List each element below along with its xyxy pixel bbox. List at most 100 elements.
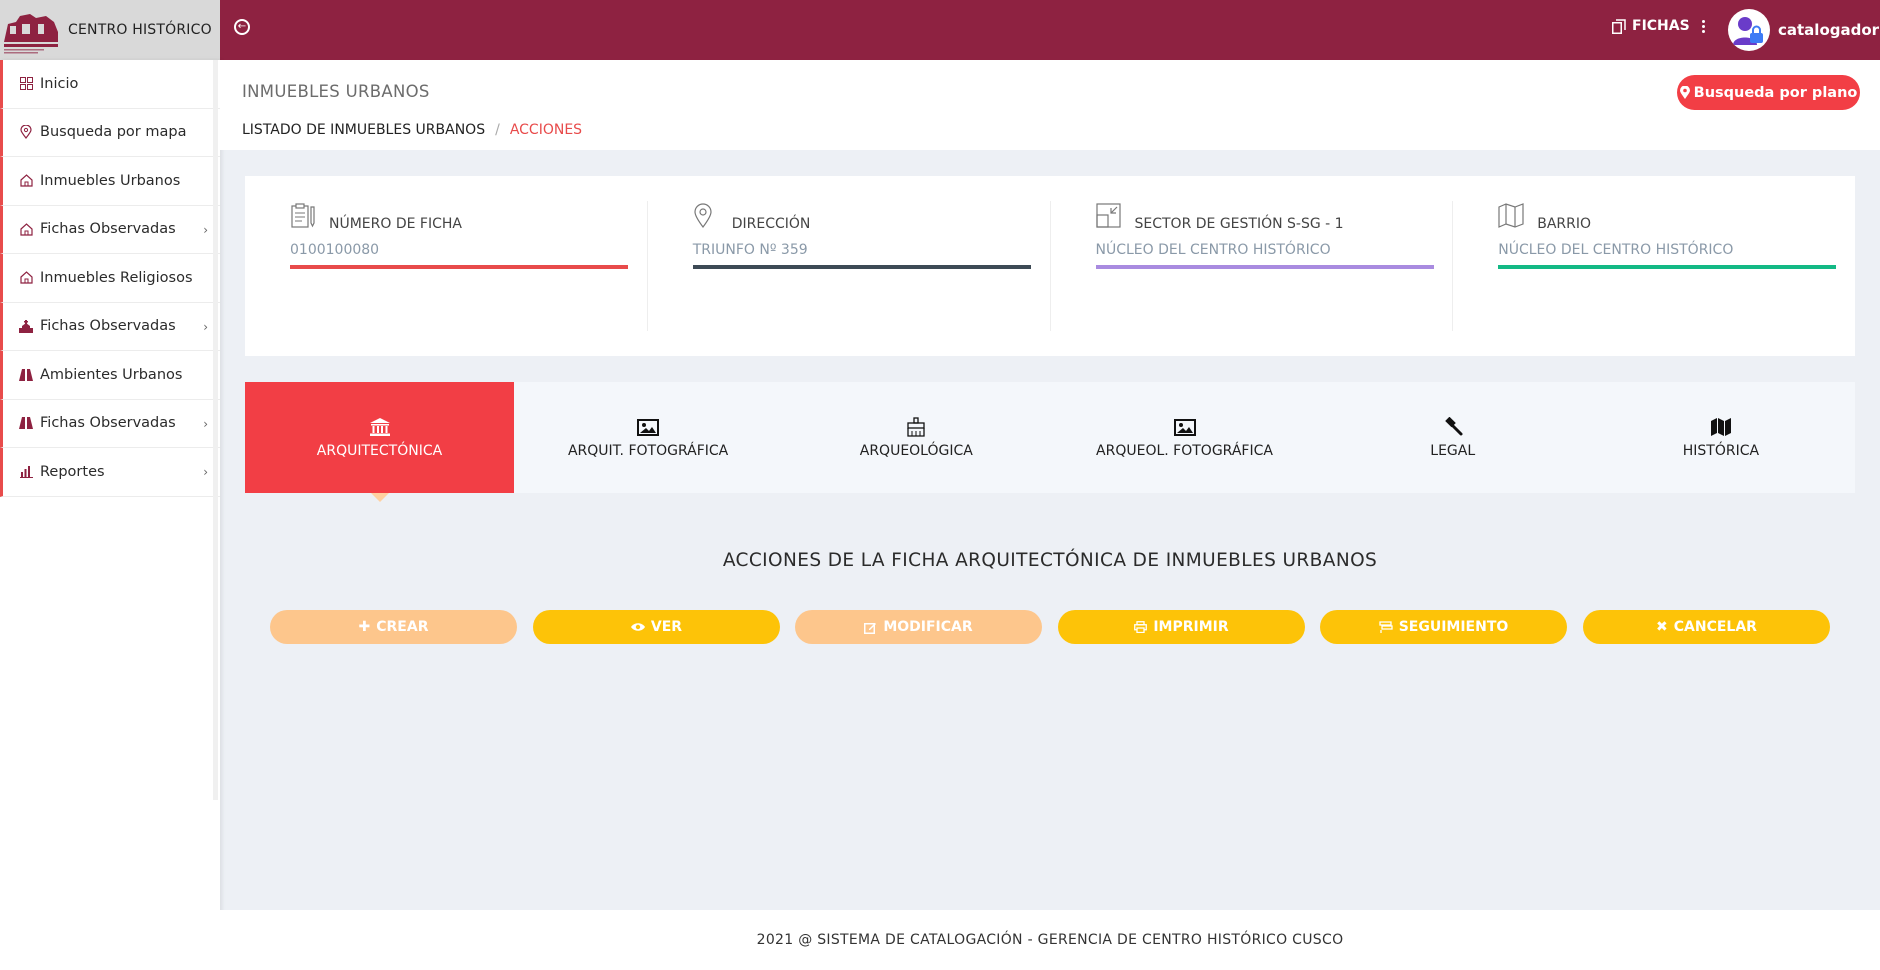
ver-button[interactable]: VER (533, 610, 780, 644)
map-marker-icon (1679, 86, 1690, 99)
tab-label: LEGAL (1430, 442, 1476, 459)
ver-label: VER (650, 619, 683, 635)
sidebar-item-fichas-observadas-ambientes[interactable]: Fichas Observadas › (0, 399, 220, 448)
top-navbar: CENTRO HISTÓRICO ← FICHAS catalogador (0, 0, 1880, 60)
image-icon (1173, 418, 1196, 436)
info-label: SECTOR DE GESTIÓN S-SG - 1 (1134, 216, 1344, 232)
road-icon (19, 368, 33, 382)
info-value: TRIUNFO Nº 359 (692, 242, 808, 258)
chevron-right-icon: › (203, 319, 208, 334)
sidebar-item-label: Reportes (40, 463, 105, 480)
home-icon (19, 174, 33, 188)
actions-title: ACCIONES DE LA FICHA ARQUITECTÓNICA DE I… (722, 550, 1378, 571)
ficha-tabs: ARQUITECTÓNICA ARQUIT. FOTOGRÁFICA ARQUE… (245, 382, 1855, 502)
breadcrumb-separator: / (495, 122, 500, 138)
tab-arqueologica[interactable]: ARQUEOLÓGICA (782, 382, 1050, 493)
sidebar-item-busqueda-mapa[interactable]: Busqueda por mapa (0, 108, 220, 157)
imprimir-button[interactable]: IMPRIMIR (1058, 610, 1305, 644)
breadcrumb-acciones: ACCIONES (509, 122, 583, 138)
image-icon (637, 418, 660, 436)
sidebar-item-inmuebles-urbanos[interactable]: Inmuebles Urbanos (0, 157, 220, 206)
map-pin-icon (19, 125, 33, 140)
crear-button[interactable]: ✚ CREAR (270, 610, 517, 644)
kebab-menu-icon[interactable] (1701, 19, 1705, 33)
folded-map-icon (1710, 417, 1731, 436)
breadcrumb-listado[interactable]: LISTADO DE INMUEBLES URBANOS (242, 122, 485, 138)
busqueda-por-plano-button[interactable]: Busqueda por plano (1677, 75, 1860, 110)
avatar (1728, 9, 1770, 51)
sidebar-item-fichas-observadas-urbanos[interactable]: Fichas Observadas › (0, 205, 220, 254)
sidebar-item-label: Inmuebles Urbanos (40, 172, 181, 189)
page-header: INMUEBLES URBANOS LISTADO DE INMUEBLES U… (220, 60, 1880, 150)
home-icon (19, 222, 33, 236)
user-name: catalogador (1778, 21, 1880, 39)
seguimiento-label: SEGUIMIENTO (1398, 619, 1509, 635)
sidebar-item-label: Fichas Observadas (40, 221, 176, 238)
info-direccion: DIRECCIÓN TRIUNFO Nº 359 (648, 201, 1051, 331)
info-underline (1498, 265, 1837, 269)
sidebar-item-reportes[interactable]: Reportes › (0, 448, 220, 497)
tab-arqueol-fotografica[interactable]: ARQUEOL. FOTOGRÁFICA (1050, 382, 1318, 493)
edit-icon (864, 622, 877, 634)
tab-label: HISTÓRICA (1682, 442, 1760, 459)
sidebar-item-label: Inmuebles Religiosos (40, 269, 193, 286)
cancelar-label: CANCELAR (1673, 619, 1757, 635)
chevron-right-icon: › (203, 416, 208, 431)
brand[interactable]: CENTRO HISTÓRICO (0, 0, 220, 60)
breadcrumb: LISTADO DE INMUEBLES URBANOS / ACCIONES (242, 122, 582, 138)
tab-legal[interactable]: LEGAL (1319, 382, 1587, 493)
info-underline (1095, 265, 1434, 269)
crear-label: CREAR (376, 619, 429, 635)
modificar-label: MODIFICAR (883, 619, 973, 635)
info-value: NÚCLEO DEL CENTRO HISTÓRICO (1095, 242, 1331, 258)
tab-historica[interactable]: HISTÓRICA (1587, 382, 1855, 493)
tracking-icon (1379, 621, 1393, 633)
seguimiento-button[interactable]: SEGUIMIENTO (1320, 610, 1567, 644)
page-title: INMUEBLES URBANOS (242, 82, 430, 101)
road-icon (19, 416, 33, 430)
grid-icon (19, 77, 33, 91)
modificar-button[interactable]: MODIFICAR (795, 610, 1042, 644)
fichas-label: FICHAS (1632, 18, 1690, 34)
tab-arquitectonica[interactable]: ARQUITECTÓNICA (245, 382, 514, 502)
info-sector-gestion: SECTOR DE GESTIÓN S-SG - 1 NÚCLEO DEL CE… (1051, 201, 1454, 331)
sidebar-item-fichas-observadas-religiosos[interactable]: Fichas Observadas › (0, 302, 220, 351)
sidebar-item-inicio[interactable]: Inicio (0, 60, 220, 109)
chevron-right-icon: › (203, 222, 208, 237)
sidebar-item-ambientes-urbanos[interactable]: Ambientes Urbanos (0, 351, 220, 400)
tab-label: ARQUITECTÓNICA (316, 442, 443, 459)
chevron-right-icon: › (203, 465, 208, 479)
building-columns-icon (369, 417, 390, 436)
tab-label: ARQUEOLÓGICA (859, 442, 973, 459)
map-icon (1498, 203, 1524, 228)
info-underline (692, 265, 1031, 269)
info-numero-ficha: NÚMERO DE FICHA 0100100080 (245, 201, 648, 331)
sidebar-scrollbar[interactable] (213, 60, 218, 800)
brand-name: CENTRO HISTÓRICO (68, 22, 212, 38)
cancelar-button[interactable]: ✖ CANCELAR (1583, 610, 1830, 644)
info-underline (290, 265, 628, 269)
tab-arquit-fotografica[interactable]: ARQUIT. FOTOGRÁFICA (514, 382, 782, 493)
sidebar-item-inmuebles-religiosos[interactable]: Inmuebles Religiosos (0, 254, 220, 303)
sidebar-item-label: Fichas Observadas (40, 415, 176, 432)
shrink-icon (1095, 203, 1121, 228)
footer-text: 2021 @ SISTEMA DE CATALOGACIÓN - GERENCI… (756, 932, 1344, 948)
centro-historico-logo (2, 2, 60, 58)
info-value: NÚCLEO DEL CENTRO HISTÓRICO (1498, 242, 1734, 258)
print-icon (1134, 621, 1148, 633)
busqueda-por-plano-label: Busqueda por plano (1693, 84, 1858, 101)
plus-icon: ✚ (358, 619, 371, 635)
home-icon (19, 271, 33, 285)
eye-icon (630, 623, 645, 631)
bar-chart-icon (19, 465, 33, 479)
user-menu[interactable]: catalogador (1728, 9, 1879, 51)
info-value: 0100100080 (290, 242, 380, 258)
info-label: DIRECCIÓN (731, 216, 811, 232)
clipboard-icon (291, 203, 315, 228)
info-label: NÚMERO DE FICHA (329, 216, 462, 232)
ficha-info-card: NÚMERO DE FICHA 0100100080 DIRECCIÓN TRI… (245, 176, 1855, 356)
footer: 2021 @ SISTEMA DE CATALOGACIÓN - GERENCI… (220, 910, 1880, 970)
sidebar-toggle-icon[interactable]: ← (234, 19, 250, 35)
fichas-menu[interactable]: FICHAS (1612, 18, 1705, 34)
gavel-icon (1444, 416, 1463, 435)
